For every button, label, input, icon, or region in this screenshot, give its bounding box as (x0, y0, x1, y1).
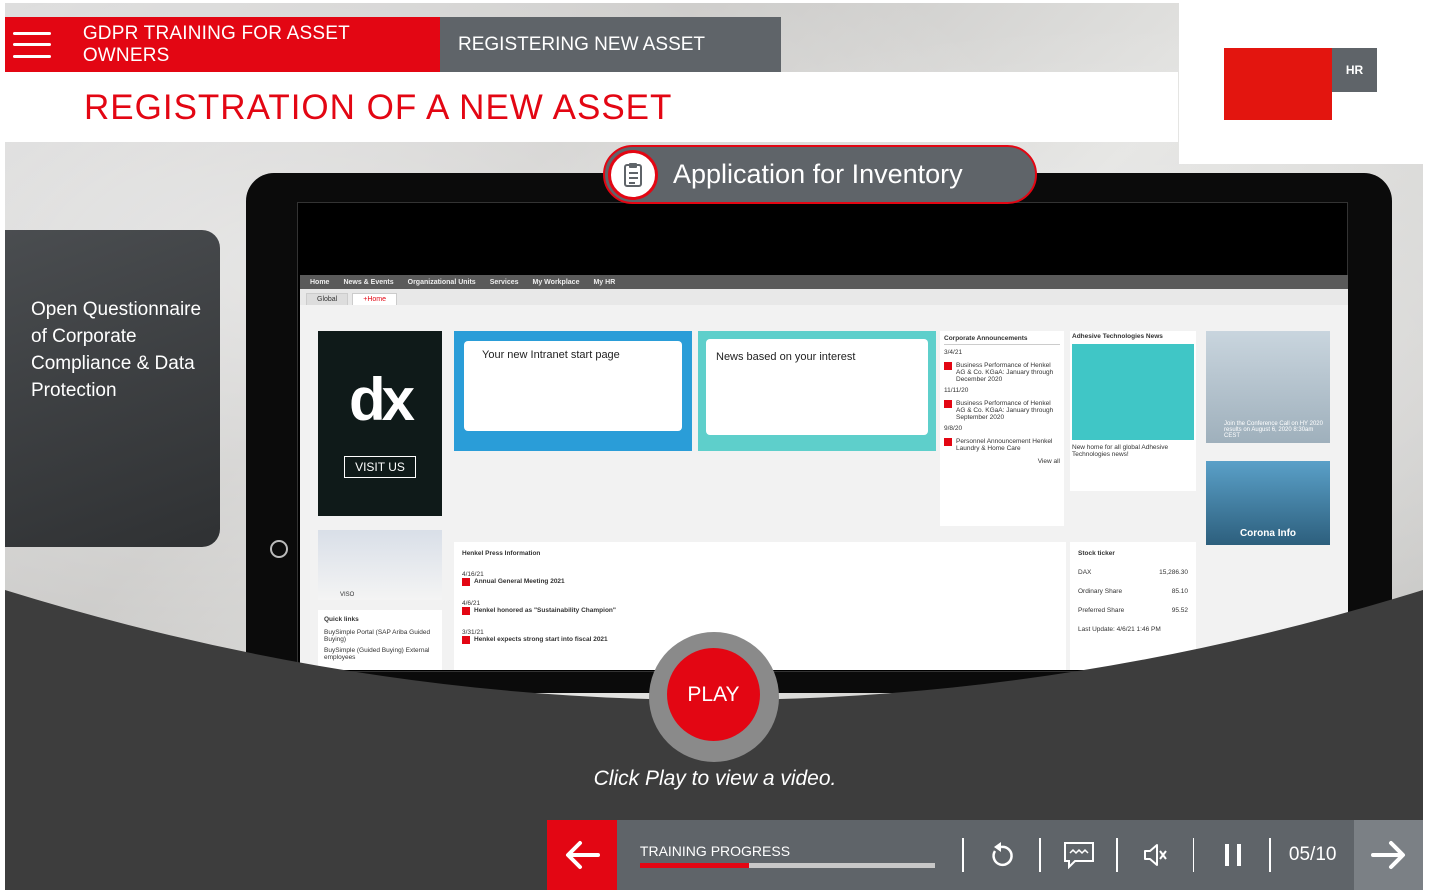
progress-fill (639, 862, 750, 868)
intranet-nav-item: News & Events (343, 278, 394, 286)
link-icon (944, 362, 952, 370)
training-progress: TRAINING PROGRESS (617, 843, 962, 868)
press-date: 4/16/21 (462, 571, 484, 578)
intranet-nav-item: Home (310, 278, 330, 286)
application-inventory-pill: Application for Inventory (603, 145, 1037, 204)
chapter-title: REGISTERING NEW ASSET (458, 33, 706, 55)
page-counter: 05/10 (1288, 844, 1337, 865)
banner-title: Your new Intranet start page (482, 349, 620, 361)
arrow-left-icon (565, 841, 600, 869)
questionnaire-card[interactable]: Open Questionnaire of Corporate Complian… (5, 230, 220, 547)
page-title: REGISTRATION OF A NEW ASSET (84, 88, 673, 127)
link-icon (944, 438, 952, 446)
conference-text: Join the Conference Call on HY 2020 resu… (1224, 421, 1323, 439)
banner-panel: News based on your interest (706, 339, 928, 435)
intranet-nav-item: My HR (593, 278, 616, 286)
clipboard-checklist-icon (608, 149, 658, 200)
progress-label: TRAINING PROGRESS (639, 842, 791, 859)
announcement-item: Business Performance of Henkel AG & Co. … (944, 400, 1060, 421)
announcement-text: Business Performance of Henkel AG & Co. … (956, 362, 1054, 383)
corporate-announcements: Corporate Announcements 3/4/21 Business … (940, 331, 1064, 526)
announcement-date: 3/4/21 (944, 349, 963, 356)
banner-title: News based on your interest (716, 351, 856, 363)
play-hint: Click Play to view a video. (593, 767, 837, 790)
conference-image: Join the Conference Call on HY 2020 resu… (1206, 331, 1330, 443)
company-logo: HR (1179, 3, 1423, 164)
chapter-header: REGISTERING NEW ASSET (440, 17, 781, 72)
arrow-right-icon (1370, 841, 1405, 869)
adhesive-heading: Adhesive Technologies News (1072, 333, 1163, 340)
corona-info-tile: Corona Info (1206, 461, 1330, 545)
course-title: GDPR TRAINING FOR ASSET OWNERS (82, 22, 350, 66)
visit-us-button: VISIT US (344, 455, 416, 478)
stock-name: DAX (1078, 569, 1092, 576)
stock-row: DAX 15,286.30 (1078, 569, 1188, 576)
corporate-heading: Corporate Announcements (944, 335, 1060, 345)
next-button[interactable] (1354, 820, 1423, 890)
intranet-banner-news: News based on your interest (698, 331, 936, 451)
adhesive-image (1072, 344, 1194, 440)
intranet-nav: Home News & Events Organizational Units … (300, 275, 1348, 289)
announcement-date: 11/11/20 (944, 387, 969, 394)
logo-red-block (1224, 48, 1332, 120)
stock-value: 15,286.30 (1159, 569, 1188, 576)
pause-button[interactable] (1194, 820, 1269, 890)
adhesive-news: Adhesive Technologies News New home for … (1070, 331, 1196, 491)
link-icon (944, 400, 952, 408)
intranet-nav-item: Organizational Units (407, 278, 476, 286)
player-controls: TRAINING PROGRESS 05/10 (547, 820, 1423, 890)
press-heading: Henkel Press Information (462, 550, 541, 557)
intranet-nav-item: My Workplace (532, 278, 580, 286)
stock-heading: Stock ticker (1078, 550, 1115, 557)
hamburger-menu-icon[interactable] (13, 31, 51, 58)
tablet-home-button (270, 540, 288, 558)
view-all-link: View all (1037, 458, 1060, 465)
replay-icon (992, 842, 1014, 867)
intranet-banner-start-page: Your new Intranet start page (454, 331, 692, 451)
announcement-text: Business Performance of Henkel AG & Co. … (956, 400, 1054, 421)
intranet-nav-item: Services (489, 278, 519, 286)
pause-icon (1224, 844, 1241, 866)
replay-button[interactable] (964, 820, 1039, 890)
intranet-tab-global: Global (306, 293, 349, 305)
progress-track (639, 862, 935, 868)
announcement-text: Personnel Announcement Henkel Laundry & … (956, 438, 1053, 452)
dx-logo: dx (348, 365, 415, 433)
logo-hr-badge: HR (1332, 48, 1377, 92)
speaker-muted-icon (1144, 844, 1167, 866)
adhesive-text: New home for all global Adhesive Technol… (1072, 444, 1169, 458)
course-header: GDPR TRAINING FOR ASSET OWNERS (5, 17, 440, 72)
application-label: Application for Inventory (673, 159, 963, 189)
transcript-button[interactable] (1041, 820, 1116, 890)
back-button[interactable] (547, 820, 617, 890)
speech-bubble-icon (1064, 842, 1095, 869)
intranet-tabs: Global +Home (300, 289, 1348, 305)
volume-button[interactable] (1118, 820, 1193, 890)
announcement-item: Business Performance of Henkel AG & Co. … (944, 362, 1060, 383)
announcement-item: Personnel Announcement Henkel Laundry & … (944, 438, 1060, 452)
intranet-tab-home: +Home (352, 293, 397, 305)
dx-tile: dx VISIT US (318, 331, 442, 516)
questionnaire-label: Open Questionnaire of Corporate Complian… (31, 299, 202, 401)
announcement-date: 9/8/20 (944, 425, 963, 432)
play-button[interactable]: PLAY (667, 648, 760, 741)
